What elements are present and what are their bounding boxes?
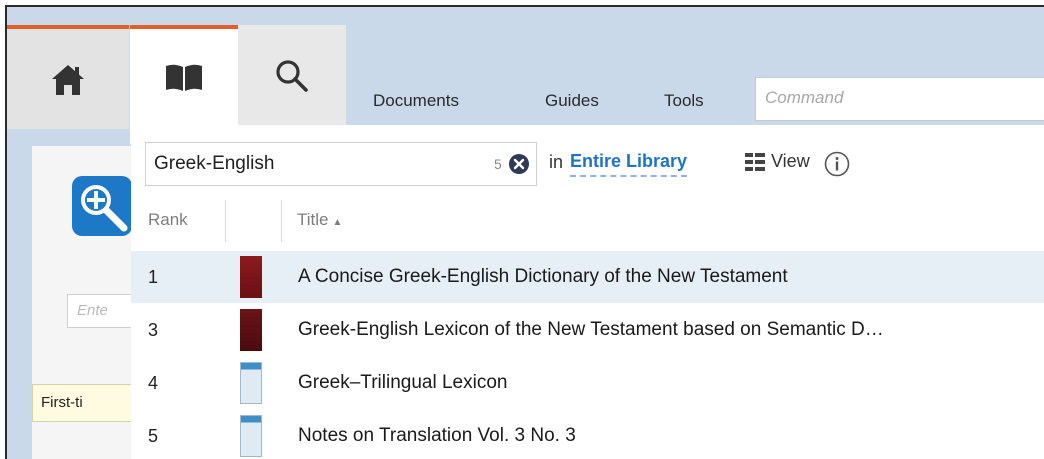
documents-menu[interactable]: Documents (373, 91, 459, 111)
library-panel: Greek-English 5 in Entire Library View R… (131, 125, 1044, 459)
book-cover-image (240, 309, 262, 351)
home-icon (52, 65, 84, 95)
sort-ascending-icon: ▲ (332, 217, 343, 228)
row-rank: 4 (148, 373, 159, 393)
search-icon (276, 60, 308, 92)
result-count: 5 (494, 156, 502, 172)
column-header-rank[interactable]: Rank (148, 210, 188, 230)
book-icon (166, 64, 202, 91)
library-search-box[interactable]: Greek-English 5 (145, 142, 537, 186)
row-title[interactable]: A Concise Greek-English Dictionary of th… (298, 266, 788, 288)
row-rank: 5 (148, 426, 159, 446)
row-title[interactable]: Notes on Translation Vol. 3 No. 3 (298, 425, 576, 447)
tab-search[interactable] (238, 25, 346, 127)
clear-circle-icon[interactable] (508, 153, 530, 175)
search-query[interactable]: Greek-English (154, 153, 274, 175)
book-cover-image (240, 415, 262, 457)
table-row[interactable]: 5 Notes on Translation Vol. 3 No. 3 (131, 410, 1044, 459)
column-divider[interactable] (281, 200, 282, 242)
app-window: Documents Guides Tools Command Ente Firs… (5, 5, 1044, 459)
view-button[interactable]: View (771, 151, 810, 172)
table-row[interactable]: 1 A Concise Greek-English Dictionary of … (131, 251, 1044, 303)
table-row[interactable]: 4 Greek–Trilingual Lexicon (131, 357, 1044, 409)
first-time-button[interactable]: First-ti (32, 384, 142, 422)
book-cover-image (240, 362, 262, 404)
book-cover-image (240, 256, 262, 298)
table-row[interactable]: 3 Greek-English Lexicon of the New Testa… (131, 304, 1044, 356)
tools-menu[interactable]: Tools (664, 91, 704, 111)
info-icon[interactable] (824, 151, 850, 177)
column-header-title-label: Title (297, 210, 329, 229)
guides-menu[interactable]: Guides (545, 91, 599, 111)
tab-home[interactable] (7, 25, 129, 129)
column-divider[interactable] (225, 200, 226, 242)
scope-in-label: in (549, 152, 564, 172)
grid-view-icon[interactable] (745, 153, 765, 171)
command-input[interactable]: Command (755, 77, 1044, 121)
home-panel-background: Ente First-ti (32, 146, 157, 459)
scope-selector[interactable]: Entire Library (570, 151, 688, 177)
top-bar: Documents Guides Tools Command (7, 7, 1044, 144)
row-title[interactable]: Greek-English Lexicon of the New Testame… (298, 319, 884, 341)
logos-logo-icon (72, 176, 132, 236)
row-rank: 1 (148, 267, 159, 287)
row-title[interactable]: Greek–Trilingual Lexicon (298, 372, 507, 394)
column-header-title[interactable]: Title ▲ (297, 210, 342, 230)
row-rank: 3 (148, 320, 159, 340)
